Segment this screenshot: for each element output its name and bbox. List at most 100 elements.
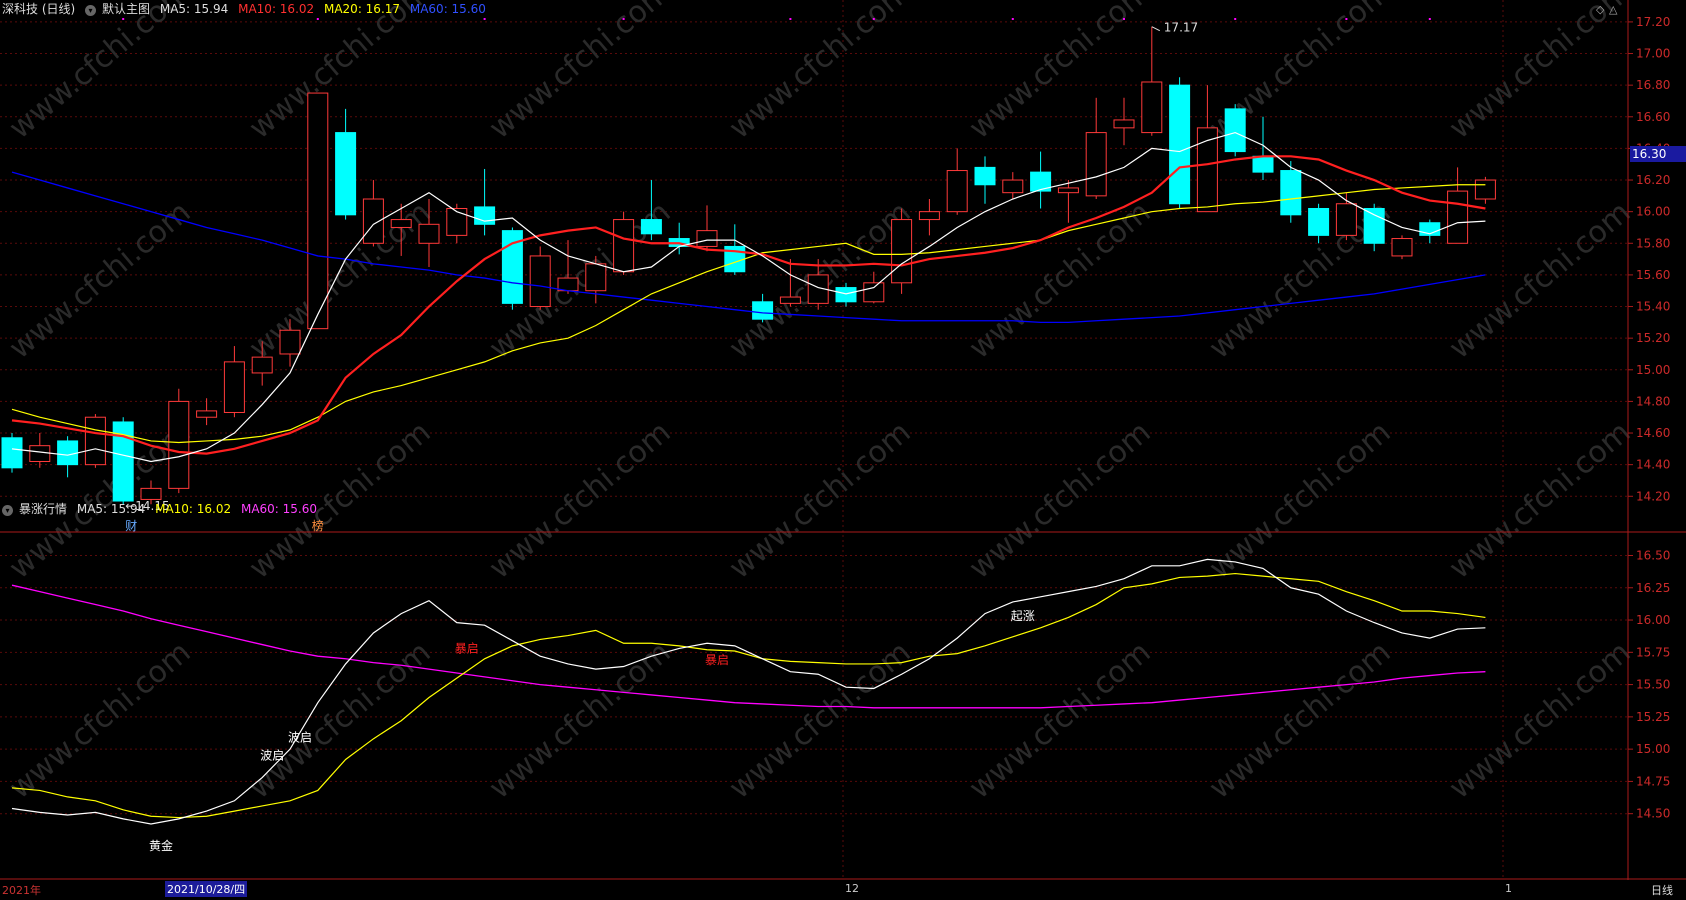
candle-body bbox=[279, 329, 301, 355]
year-tick: 2021年 bbox=[2, 884, 41, 897]
candle-body bbox=[140, 487, 162, 500]
rank-tag: 榜 bbox=[312, 518, 324, 533]
y-tick-label: 15.75 bbox=[1636, 645, 1670, 659]
candle-body bbox=[752, 301, 774, 320]
chart-canvas[interactable]: www.cfchi.com www.cfchi.com www.cfchi.com w… bbox=[0, 0, 1686, 900]
ma20-label: MA20: 16.17 bbox=[323, 2, 401, 16]
watermark-text: www.cfchi.com bbox=[483, 635, 678, 806]
diamond-icon[interactable]: ◇ bbox=[1596, 3, 1604, 16]
candle-body bbox=[946, 170, 968, 213]
event-dot bbox=[483, 18, 486, 20]
event-dot bbox=[789, 18, 792, 20]
menu-dropdown-icon[interactable]: ▾ bbox=[85, 5, 97, 16]
candle-body bbox=[84, 416, 106, 466]
candle-body bbox=[974, 166, 996, 186]
event-dot bbox=[622, 18, 625, 20]
stock-title[interactable]: 深科技 (日线) bbox=[2, 2, 75, 16]
candle-body bbox=[418, 223, 440, 244]
candle-body bbox=[891, 219, 913, 284]
watermark-text: www.cfchi.com bbox=[483, 415, 678, 586]
candle-body bbox=[1002, 179, 1024, 194]
candle-body bbox=[557, 277, 579, 292]
event-dot bbox=[872, 18, 875, 20]
y-tick-label: 15.00 bbox=[1636, 363, 1670, 377]
y-tick-label: 15.40 bbox=[1636, 300, 1670, 314]
finance-tag: 财 bbox=[125, 519, 137, 533]
sub-chart-header: ▾ 暴涨行情 MA5: 15.94 MA10: 16.02 MA60: 15.60 bbox=[2, 500, 323, 517]
watermark-text: www.cfchi.com bbox=[723, 415, 918, 586]
y-tick-label: 16.00 bbox=[1636, 613, 1670, 627]
candle-body bbox=[1113, 119, 1135, 129]
event-dot bbox=[316, 18, 319, 20]
current-price-box: 16.30 bbox=[1630, 146, 1686, 162]
candle-body bbox=[57, 440, 79, 466]
main-chart-header: 深科技 (日线) ▾ 默认主图 MA5: 15.94 MA10: 16.02 MA… bbox=[2, 0, 492, 17]
candle-body bbox=[335, 132, 357, 216]
y-tick-label: 16.80 bbox=[1636, 78, 1670, 92]
high-price-label: 17.17 bbox=[1164, 21, 1198, 35]
candle-body bbox=[863, 282, 885, 303]
candle-body bbox=[1169, 84, 1191, 205]
event-dot bbox=[1428, 18, 1431, 20]
y-tick-label: 14.60 bbox=[1636, 426, 1670, 440]
y-tick-label: 16.50 bbox=[1636, 548, 1670, 562]
triangle-up-icon[interactable]: △ bbox=[1609, 3, 1617, 16]
y-tick-label: 15.80 bbox=[1636, 236, 1670, 250]
signal-label-wave: 波启 bbox=[260, 748, 284, 762]
period-label[interactable]: 日线 bbox=[1651, 882, 1673, 898]
signal-label-surge: 暴启 bbox=[705, 653, 729, 667]
candle-body bbox=[1057, 187, 1079, 194]
y-tick-label: 17.20 bbox=[1636, 15, 1670, 29]
signal-label-surge: 暴启 bbox=[455, 641, 479, 655]
y-tick-label: 14.50 bbox=[1636, 807, 1670, 821]
watermark-text: www.cfchi.com bbox=[1203, 415, 1398, 586]
watermark-text: www.cfchi.com bbox=[243, 635, 438, 806]
event-dot bbox=[1011, 18, 1014, 20]
signal-label-gold: 黄金 bbox=[149, 838, 173, 853]
indicator-title[interactable]: 暴涨行情 bbox=[19, 502, 67, 516]
candle-body bbox=[446, 207, 468, 236]
y-tick-label: 15.25 bbox=[1636, 710, 1670, 724]
y-tick-label: 16.25 bbox=[1636, 581, 1670, 595]
ma60-label: MA60: 15.60 bbox=[409, 2, 486, 16]
y-tick-label: 15.50 bbox=[1636, 678, 1670, 692]
candle-body bbox=[29, 445, 51, 462]
candle-body bbox=[585, 263, 607, 292]
ma5-label: MA5: 15.94 bbox=[159, 2, 229, 16]
sub-ma10-label: MA10: 16.02 bbox=[155, 502, 232, 516]
y-tick-label: 14.20 bbox=[1636, 489, 1670, 503]
candle-body bbox=[307, 92, 329, 330]
candle-body bbox=[223, 361, 245, 413]
watermark-text: www.cfchi.com bbox=[963, 195, 1158, 366]
candle-body bbox=[1447, 190, 1469, 244]
time-axis: 2021年 2021/10/28/四 12 1 日线 bbox=[0, 880, 1686, 900]
menu-dropdown-icon[interactable]: ▾ bbox=[2, 505, 13, 516]
sub-ma60-label: MA60: 15.60 bbox=[240, 502, 318, 516]
candle-body bbox=[362, 198, 384, 244]
watermark-text: www.cfchi.com bbox=[1443, 415, 1638, 586]
candle-body bbox=[1224, 108, 1246, 153]
event-dot bbox=[122, 18, 125, 20]
y-tick-label: 14.40 bbox=[1636, 458, 1670, 472]
candle-body bbox=[251, 356, 273, 374]
y-tick-label: 15.60 bbox=[1636, 268, 1670, 282]
y-tick-label: 15.00 bbox=[1636, 742, 1670, 756]
candle-body bbox=[613, 219, 635, 273]
candle-body bbox=[696, 230, 718, 247]
candle-body bbox=[1391, 238, 1413, 257]
candle-body bbox=[390, 219, 412, 228]
cursor-date: 2021/10/28/四 bbox=[165, 881, 248, 897]
candle-body bbox=[1085, 132, 1107, 197]
candle-body bbox=[1280, 170, 1302, 216]
watermark-text: www.cfchi.com bbox=[3, 635, 198, 806]
candle-body bbox=[529, 255, 551, 308]
candle-body bbox=[1252, 155, 1274, 173]
watermark-text: www.cfchi.com bbox=[723, 635, 918, 806]
candle-body bbox=[196, 410, 218, 418]
watermark-text: www.cfchi.com bbox=[1203, 635, 1398, 806]
y-tick-label: 15.20 bbox=[1636, 331, 1670, 345]
candle-body bbox=[1308, 207, 1330, 236]
view-label[interactable]: 默认主图 bbox=[102, 2, 150, 16]
signal-label-rise: 起涨 bbox=[1011, 608, 1035, 623]
dec-tick: 12 bbox=[845, 882, 859, 895]
